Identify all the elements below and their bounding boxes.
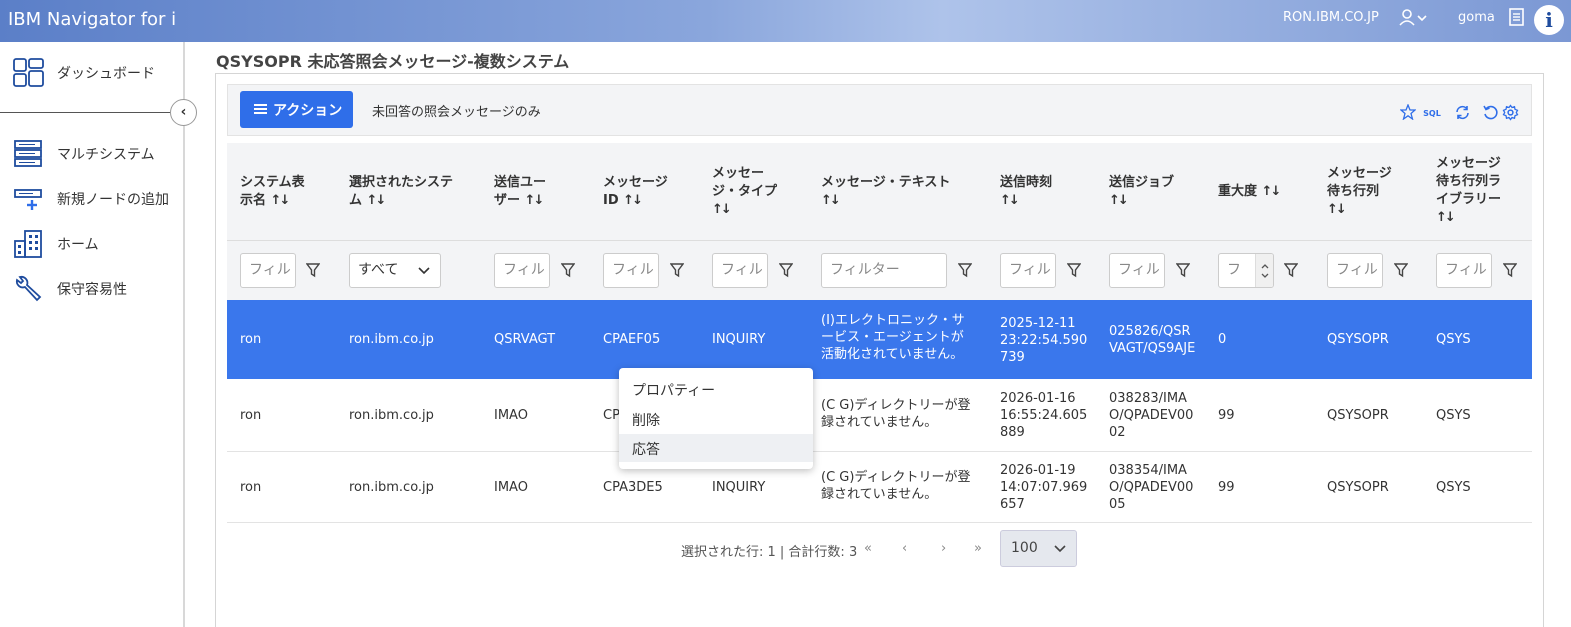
sort-icon: ↑↓ xyxy=(1261,184,1282,199)
filter-funnel-icon[interactable] xyxy=(1176,262,1190,278)
filter-funnel-icon[interactable] xyxy=(670,262,684,278)
sort-icon: ↑↓ xyxy=(1000,193,1020,208)
sort-icon: ↑↓ xyxy=(712,202,732,217)
user-menu-icon[interactable] xyxy=(1398,8,1428,32)
menu-item-delete[interactable]: 削除 xyxy=(619,405,813,433)
filter-funnel-icon[interactable] xyxy=(1067,262,1081,278)
table-row[interactable]: ron ron.ibm.co.jp IMAO CP (C G)ディレクトリーが登… xyxy=(227,379,1532,452)
app-title: IBM Navigator for i xyxy=(8,9,177,30)
top-bar: IBM Navigator for i RON.IBM.CO.JP goma i xyxy=(0,0,1571,42)
pager-summary: 選択された行: 1 | 合計行数: 3 xyxy=(681,545,858,560)
sidebar-item-label: ダッシュボード xyxy=(57,66,155,82)
filter-input-queue-library[interactable]: フィル xyxy=(1436,253,1492,288)
filter-input-message-queue[interactable]: フィル xyxy=(1327,253,1383,288)
column-header-queue-library[interactable]: メッセージ 待ち行列ラ イブラリー ↑↓ xyxy=(1436,155,1501,227)
sort-icon: ↑↓ xyxy=(821,193,841,208)
filter-funnel-icon[interactable] xyxy=(958,262,972,278)
column-header-sent-job[interactable]: 送信ジョブ ↑↓ xyxy=(1109,174,1174,210)
column-header-message-text[interactable]: メッセージ・テキスト ↑↓ xyxy=(821,174,950,210)
context-menu: プロパティー 削除 応答 xyxy=(619,368,813,469)
sidebar-item-label: マルチシステム xyxy=(57,147,155,163)
building-icon xyxy=(13,229,43,258)
filter-input-severity[interactable]: フ xyxy=(1218,253,1274,288)
column-header-system[interactable]: システム表 示名 ↑↓ xyxy=(240,174,305,210)
sidebar-item-home[interactable]: ホーム xyxy=(0,225,183,261)
sort-icon: ↑↓ xyxy=(524,193,545,208)
star-icon[interactable] xyxy=(1399,103,1417,122)
chevron-down-icon xyxy=(418,267,430,275)
filter-funnel-icon[interactable] xyxy=(1503,262,1517,278)
wrench-icon xyxy=(13,274,43,302)
add-node-icon xyxy=(13,184,43,212)
sort-icon: ↑↓ xyxy=(623,193,643,208)
table-row[interactable]: ron ron.ibm.co.jp IMAO CPA3DE5 INQUIRY (… xyxy=(227,452,1532,523)
page-title: QSYSOPR 未応答照会メッセージ-複数システム xyxy=(216,52,570,71)
sort-icon: ↑↓ xyxy=(366,193,387,208)
settings-icon[interactable] xyxy=(1501,104,1519,122)
column-header-message-id[interactable]: メッセージ ID ↑↓ xyxy=(603,174,668,210)
filter-input-user[interactable]: フィル xyxy=(494,253,550,288)
sql-icon[interactable]: SQL xyxy=(1421,104,1443,122)
sort-icon: ↑↓ xyxy=(1109,193,1129,208)
sidebar-item-label: ホーム xyxy=(57,237,99,253)
column-header-message-queue[interactable]: メッセージ 待ち行列 ↑↓ xyxy=(1327,165,1392,219)
sidebar-item-label: 保守容易性 xyxy=(57,282,127,298)
sidebar-item-label: 新規ノードの追加 xyxy=(57,192,169,208)
filter-input-system[interactable]: フィル xyxy=(240,253,296,288)
sidebar: ダッシュボード マルチシステム 新規ノードの追加 ホーム 保守容易性 xyxy=(0,42,185,627)
number-stepper[interactable] xyxy=(1255,254,1273,287)
sidebar-item-add-node[interactable]: 新規ノードの追加 xyxy=(0,180,183,216)
filter-note: 未回答の照会メッセージのみ xyxy=(372,105,541,120)
menu-item-reply[interactable]: 応答 xyxy=(619,434,813,462)
filter-input-sent-time[interactable]: フィル xyxy=(1000,253,1056,288)
filter-input-message-text[interactable]: フィルター xyxy=(821,253,947,288)
sidebar-item-serviceability[interactable]: 保守容易性 xyxy=(0,270,183,306)
column-header-severity[interactable]: 重大度 ↑↓ xyxy=(1218,183,1282,201)
sidebar-collapse-button[interactable]: ‹ xyxy=(170,99,197,126)
sort-icon: ↑↓ xyxy=(1327,202,1347,217)
stepper-arrows-icon xyxy=(1261,264,1269,278)
filter-funnel-icon[interactable] xyxy=(1284,262,1298,278)
filter-input-message-id[interactable]: フィル xyxy=(603,253,659,288)
system-select[interactable]: すべて xyxy=(349,253,441,288)
next-page-icon[interactable]: › xyxy=(941,541,946,556)
refresh-icon[interactable] xyxy=(1453,104,1471,122)
menu-icon xyxy=(254,104,267,114)
table-row[interactable]: ron ron.ibm.co.jp QSRVAGT CPAEF05 INQUIR… xyxy=(227,300,1532,379)
sidebar-item-dashboard[interactable]: ダッシュボード xyxy=(0,54,183,90)
host-name: RON.IBM.CO.JP xyxy=(1283,10,1379,25)
column-header-message-type[interactable]: メッセー ジ・タイプ ↑↓ xyxy=(712,165,777,219)
filter-funnel-icon[interactable] xyxy=(306,262,320,278)
notes-icon[interactable] xyxy=(1509,8,1525,30)
column-header-selected-system[interactable]: 選択されたシステ ム ↑↓ xyxy=(349,174,453,210)
sort-icon: ↑↓ xyxy=(1436,210,1456,225)
last-page-icon[interactable]: » xyxy=(974,541,982,556)
chevron-down-icon xyxy=(1054,545,1066,553)
sidebar-item-multisystem[interactable]: マルチシステム xyxy=(0,135,183,171)
dashboard-icon xyxy=(13,58,44,87)
prev-page-icon[interactable]: ‹ xyxy=(902,541,907,556)
filter-funnel-icon[interactable] xyxy=(779,262,793,278)
chevron-left-icon: ‹ xyxy=(180,104,187,120)
reset-icon[interactable] xyxy=(1481,104,1499,122)
user-name[interactable]: goma xyxy=(1458,10,1495,25)
action-button[interactable]: アクション xyxy=(240,91,353,128)
column-header-sent-time[interactable]: 送信時刻 ↑↓ xyxy=(1000,174,1052,210)
column-header-user[interactable]: 送信ユー ザー ↑↓ xyxy=(494,174,546,210)
first-page-icon[interactable]: « xyxy=(864,541,872,556)
filter-input-sent-job[interactable]: フィル xyxy=(1109,253,1165,288)
filter-funnel-icon[interactable] xyxy=(1394,262,1408,278)
filter-funnel-icon[interactable] xyxy=(561,262,575,278)
page-size-select[interactable]: 100 xyxy=(1000,530,1077,567)
server-stack-icon xyxy=(13,139,43,167)
sort-icon: ↑↓ xyxy=(270,193,291,208)
filter-input-message-type[interactable]: フィル xyxy=(712,253,768,288)
menu-item-properties[interactable]: プロパティー xyxy=(619,375,813,403)
ibm-i-logo[interactable]: i xyxy=(1534,5,1564,35)
sidebar-divider xyxy=(0,112,183,113)
